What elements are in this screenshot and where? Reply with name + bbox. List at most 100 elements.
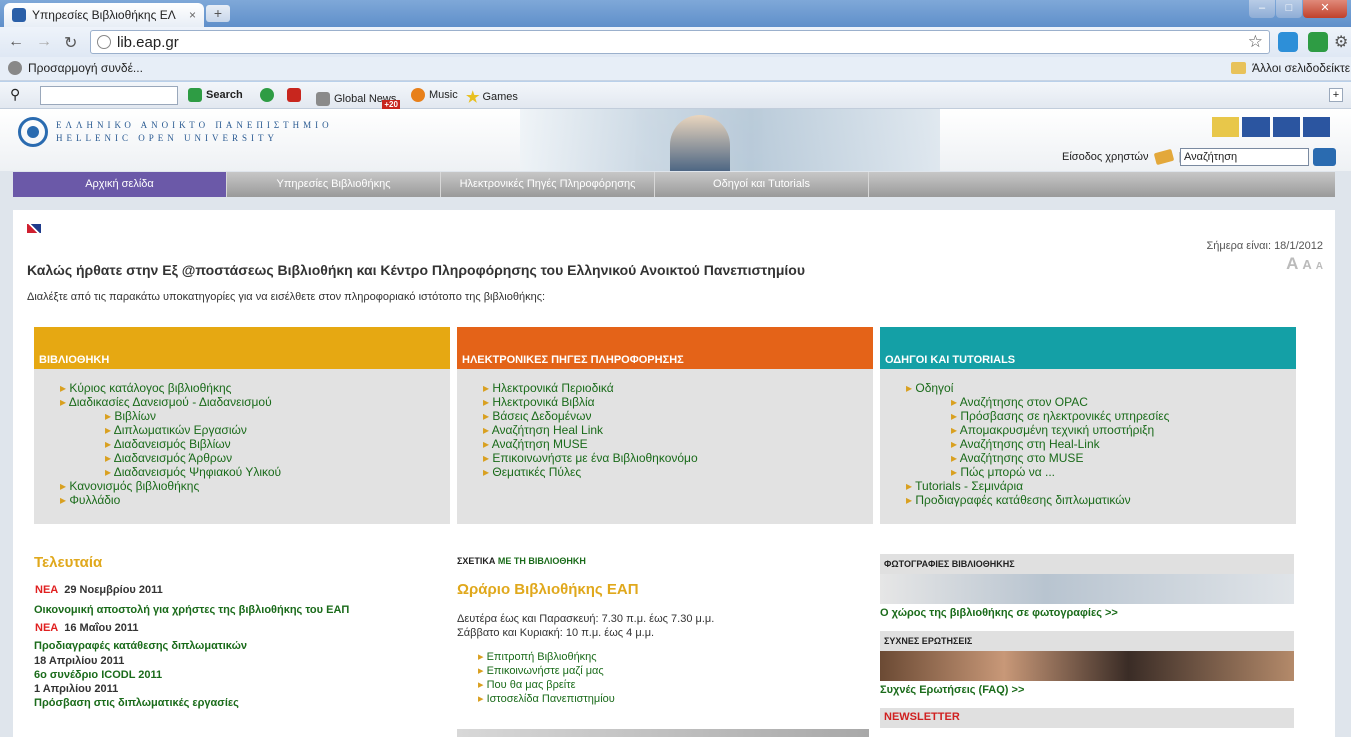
font-medium-icon[interactable]: A [1302,257,1311,272]
photos-image[interactable] [880,574,1294,604]
maximize-button[interactable]: □ [1276,0,1302,18]
toolbar-logo-icon[interactable] [260,88,278,102]
news-date: ΝΕΑ 29 Νοεμβρίου 2011 [35,584,163,596]
box-link[interactable]: Βιβλίων [60,409,450,423]
box-link[interactable]: Βάσεις Δεδομένων [483,409,873,423]
box-link[interactable]: Διπλωματικών Εργασιών [60,423,450,437]
news-date: 18 Απριλίου 2011 [34,655,125,667]
new-badge: ΝΕΑ [35,584,59,596]
box-header[interactable]: ΒΙΒΛΙΟΘΗΚΗ [34,327,450,369]
about-link[interactable]: Επιτροπή Βιβλιοθήκης [478,650,615,664]
news-title: Τελευταία [34,554,103,571]
box-link[interactable]: Αναζήτηση Heal Link [483,423,873,437]
toolbar-search-button[interactable]: Search [188,88,243,102]
news-link[interactable]: Προδιαγραφές κατάθεσης διπλωματικών [34,640,247,652]
faq-title: ΣΥΧΝΕΣ ΕΡΩΤΗΣΕΙΣ [880,631,1294,651]
window-close-button[interactable]: ✕ [1303,0,1347,18]
font-small-icon[interactable]: A [1316,261,1323,272]
about-links: Επιτροπή ΒιβλιοθήκηςΕπικοινωνήστε μαζί μ… [478,650,615,706]
logo-emblem-icon [18,117,48,147]
menu-guides-tutorials[interactable]: Οδηγοί και Tutorials [655,172,869,197]
box-link[interactable]: Tutorials - Σεμινάρια [906,479,1296,493]
box-link[interactable]: Αναζήτηση MUSE [483,437,873,451]
box-link[interactable]: Επικοινωνήστε με ένα Βιβλιοθηκονόμο [483,451,873,465]
tab-strip: Υπηρεσίες Βιβλιοθήκης ΕΛ × + – □ ✕ [0,0,1351,27]
box-link[interactable]: Πώς μπορώ να ... [906,465,1296,479]
browser-toolbar: ← → ↻ lib.eap.gr ☆ ⚙ [0,27,1351,57]
banner-strip [457,729,869,737]
about-link[interactable]: Επικοινωνήστε μαζί μας [478,664,615,678]
electronic-sources-box: ΗΛΕΚΤΡΟΝΙΚΕΣ ΠΗΓΕΣ ΠΛΗΡΟΦΟΡΗΣΗΣ Ηλεκτρονι… [457,327,873,524]
news-link[interactable]: 6ο συνέδριο ICODL 2011 [34,669,162,681]
box-header[interactable]: ΗΛΕΚΤΡΟΝΙΚΕΣ ΠΗΓΕΣ ΠΛΗΡΟΦΟΡΗΣΗΣ [457,327,873,369]
reload-icon[interactable]: ↻ [64,33,77,53]
menu-electronic-sources[interactable]: Ηλεκτρονικές Πηγές Πληροφόρησης [441,172,655,197]
magnifier-icon[interactable]: ⚲ [10,86,20,103]
news-link[interactable]: Οικονομική αποστολή για χρήστες της βιβλ… [34,604,349,616]
faq-link[interactable]: Συχνές Ερωτήσεις (FAQ) >> [880,684,1024,696]
bookmark-customize[interactable]: Προσαρμογή συνδέ... [8,61,143,75]
site-search-button[interactable] [1313,148,1336,166]
toolbar-search-input[interactable] [40,86,178,105]
faq-image[interactable] [880,651,1294,681]
box-link[interactable]: Αναζήτησης στη Heal-Link [906,437,1296,451]
globe-icon [8,61,22,75]
site-header: ΕΛΛΗΝΙΚΟ ΑΝΟΙΚΤΟ ΠΑΝΕΠΙΣΤΗΜΙΟ HELLENIC O… [0,109,1351,171]
box-link[interactable]: Κύριος κατάλογος βιβλιοθήκης [60,381,450,395]
bookmark-star-icon[interactable]: ☆ [1248,32,1263,52]
box-link[interactable]: Διαδικασίες Δανεισμού - Διαδανεισμού [60,395,450,409]
box-link[interactable]: Οδηγοί [906,381,1296,395]
extension-icon[interactable] [1308,32,1328,52]
font-large-icon[interactable]: A [1286,254,1298,273]
box-link[interactable]: Θεματικές Πύλες [483,465,873,479]
menu-library-services[interactable]: Υπηρεσίες Βιβλιοθήκης [227,172,441,197]
box-link[interactable]: Φυλλάδιο [60,493,450,507]
back-icon[interactable]: ← [8,33,24,51]
box-header[interactable]: ΟΔΗΓΟΙ ΚΑΙ TUTORIALS [880,327,1296,369]
welcome-heading: Καλώς ήρθατε στην Εξ @ποστάσεως Βιβλιοθή… [27,262,806,278]
box-link[interactable]: Προδιαγραφές κατάθεσης διπλωματικών [906,493,1296,507]
guides-box: ΟΔΗΓΟΙ ΚΑΙ TUTORIALSΟδηγοίΑναζήτησης στο… [880,327,1296,524]
box-link[interactable]: Απομακρυσμένη τεχνική υποστήριξη [906,423,1296,437]
toolbar-global-news[interactable]: Global News +20 [316,88,400,109]
youtube-icon[interactable] [287,88,305,102]
url-text: lib.eap.gr [117,33,179,51]
toolbar-music[interactable]: Music [411,88,458,102]
user-login-link[interactable]: Είσοδος χρηστών | [1062,148,1187,166]
about-link[interactable]: Ιστοσελίδα Πανεπιστημίου [478,692,615,706]
photos-title: ΦΩΤΟΓΡΑΦΙΕΣ ΒΙΒΛΙΟΘΗΚΗΣ [880,554,1294,574]
box-link[interactable]: Κανονισμός βιβλιοθήκης [60,479,450,493]
main-menu: Αρχική σελίδα Υπηρεσίες Βιβλιοθήκης Ηλεκ… [13,172,1335,197]
toolbar-games[interactable]: ★ Games [466,88,518,106]
box-link[interactable]: Ηλεκτρονικά Περιοδικά [483,381,873,395]
toolbar-add-icon[interactable]: + [1329,88,1343,102]
box-link[interactable]: Διαδανεισμός Άρθρων [60,451,450,465]
box-link[interactable]: Αναζήτησης στον OPAC [906,395,1296,409]
minimize-button[interactable]: – [1249,0,1275,18]
bookmarks-bar: Προσαρμογή συνδέ... Άλλοι σελιδοδείκτε [0,57,1351,81]
university-logo[interactable]: ΕΛΛΗΝΙΚΟ ΑΝΟΙΚΤΟ ΠΑΝΕΠΙΣΤΗΜΙΟ HELLENIC O… [18,117,333,147]
english-flag-icon[interactable] [27,224,41,233]
skype-extension-icon[interactable] [1278,32,1298,52]
bookmark-other-folder[interactable]: Άλλοι σελιδοδείκτε [1231,61,1350,75]
close-icon[interactable]: × [189,8,196,22]
box-link[interactable]: Ηλεκτρονικά Βιβλία [483,395,873,409]
arrow-icon [188,88,202,102]
box-link[interactable]: Πρόσβασης σε ηλεκτρονικές υπηρεσίες [906,409,1296,423]
news-icon [316,91,330,106]
new-tab-button[interactable]: + [206,5,230,22]
box-link[interactable]: Διαδανεισμός Ψηφιακού Υλικού [60,465,450,479]
forward-icon[interactable]: → [36,33,52,51]
photos-link[interactable]: Ο χώρος της βιβλιοθήκης σε φωτογραφίες >… [880,607,1118,619]
wrench-icon[interactable]: ⚙ [1334,32,1348,52]
menu-home[interactable]: Αρχική σελίδα [13,172,227,197]
news-link[interactable]: Πρόσβαση στις διπλωματικές εργασίες [34,697,239,709]
address-bar[interactable]: lib.eap.gr ☆ [90,30,1270,54]
box-link[interactable]: Διαδανεισμός Βιβλίων [60,437,450,451]
site-search-input[interactable]: Αναζήτηση [1180,148,1309,166]
about-label: ΣΧΕΤΙΚΑ ΜΕ ΤΗ ΒΙΒΛΙΟΘΗΚΗ [457,556,586,566]
main-content: Σήμερα είναι: 18/1/2012 AAA Καλώς ήρθατε… [13,210,1335,737]
browser-tab[interactable]: Υπηρεσίες Βιβλιοθήκης ΕΛ × [4,3,204,27]
box-link[interactable]: Αναζήτησης στο MUSE [906,451,1296,465]
about-link[interactable]: Που θα μας βρείτε [478,678,615,692]
